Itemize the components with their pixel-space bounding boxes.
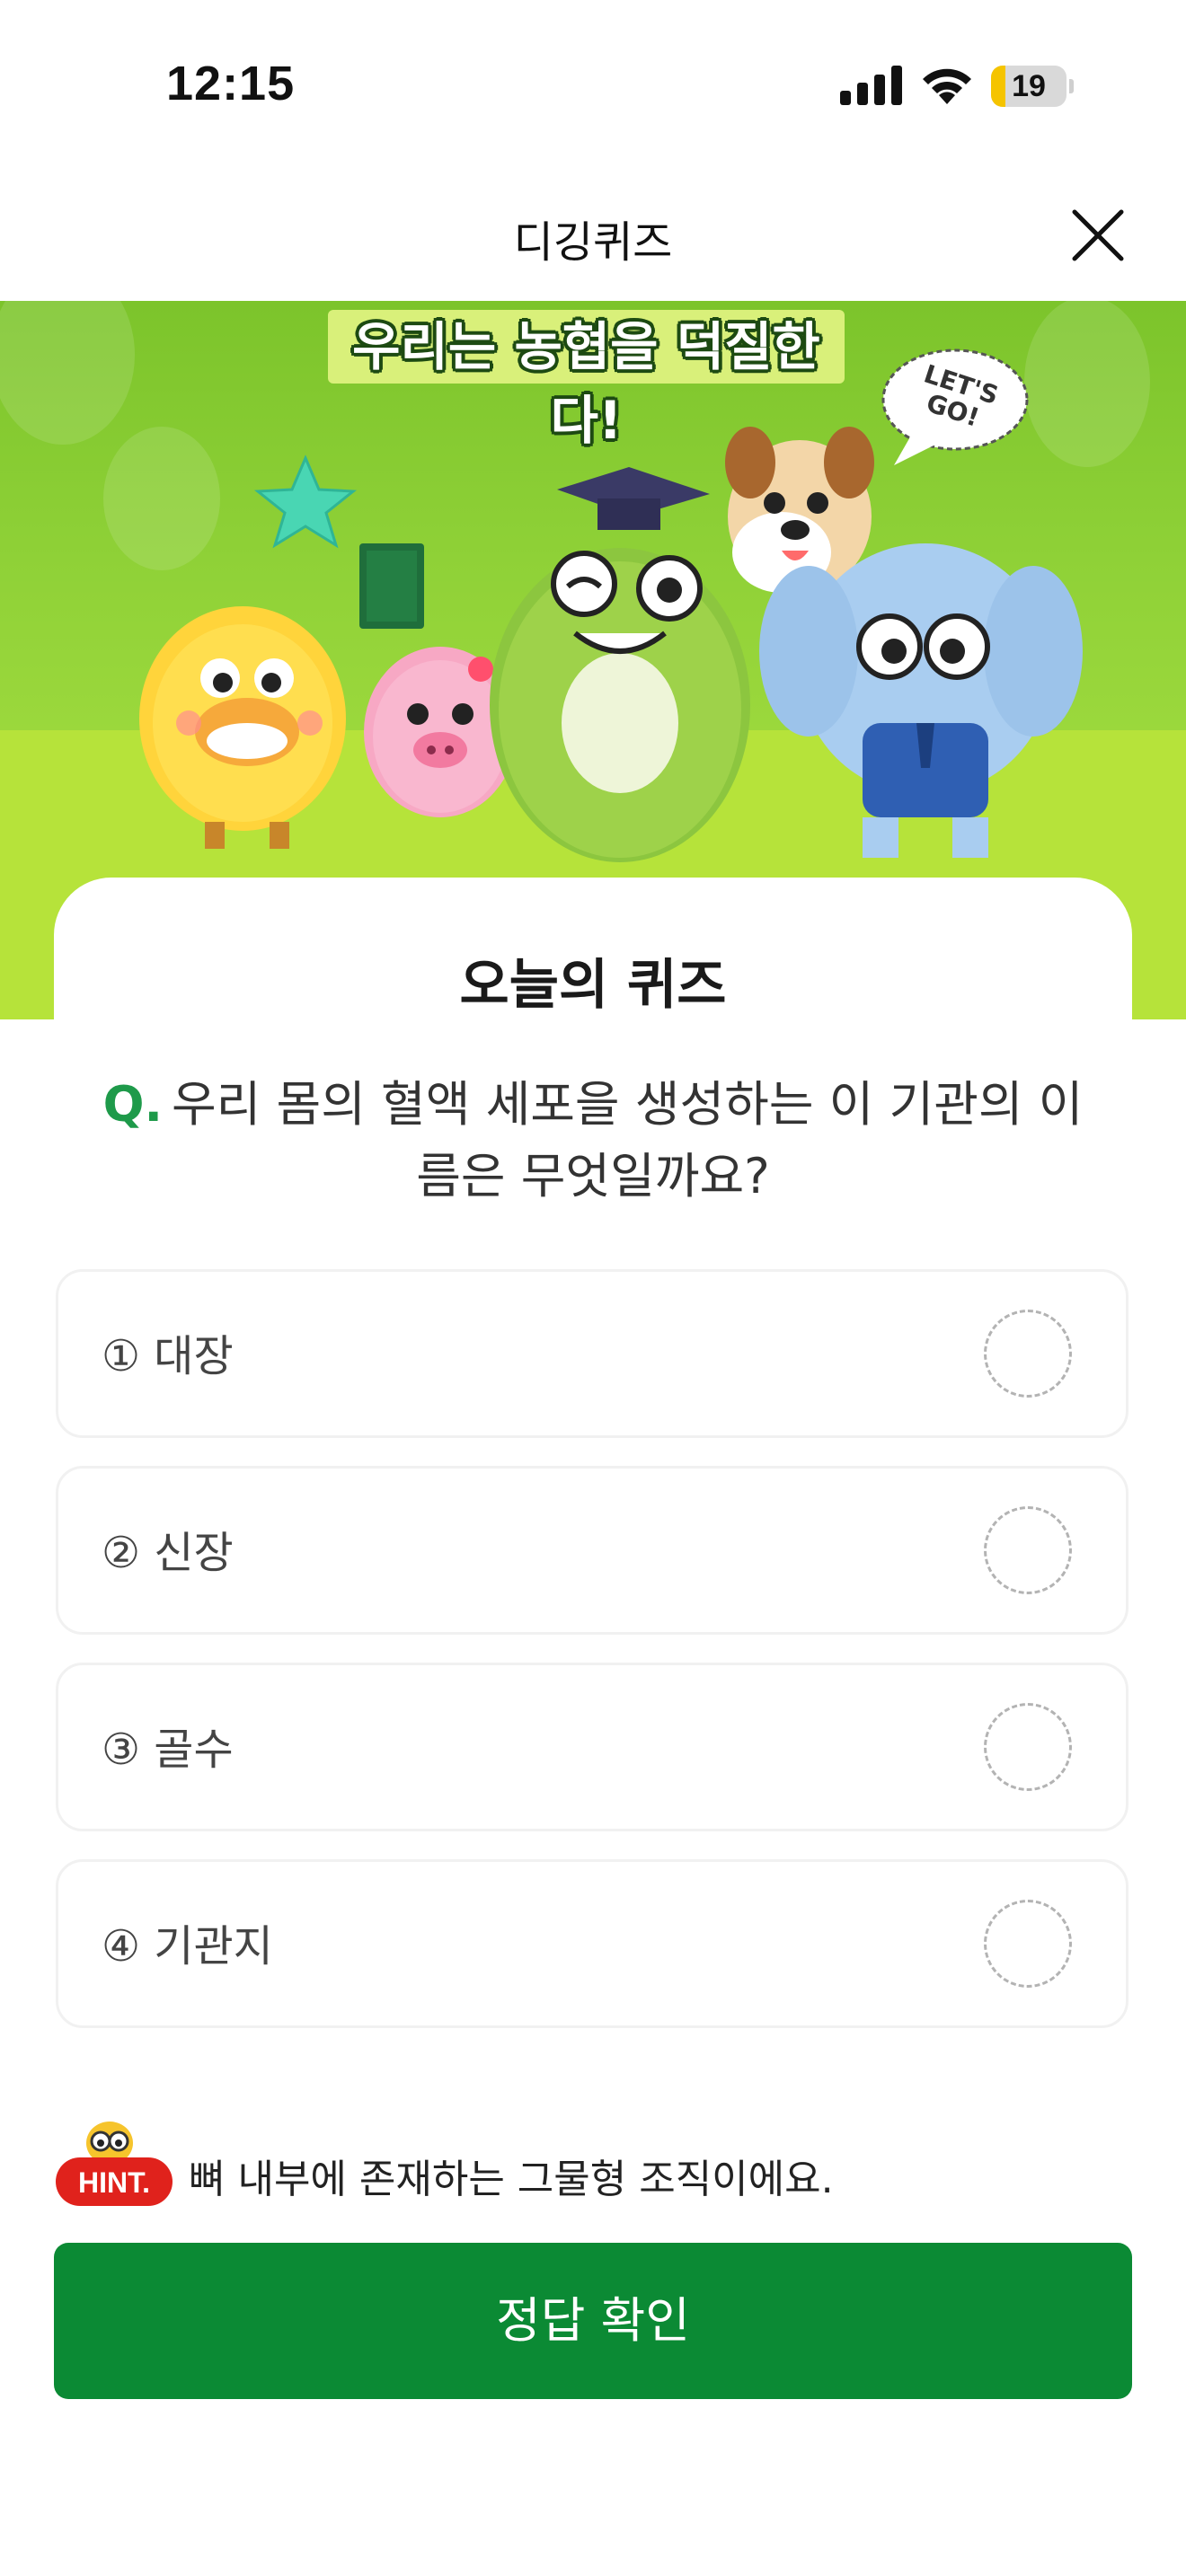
hint-text: 뼈 내부에 존재하는 그물형 조직이에요. xyxy=(189,2157,834,2202)
option-label: ③ 골수 xyxy=(102,1725,234,1775)
header: 디깅퀴즈 xyxy=(0,171,1186,301)
quiz-section-title: 오늘의 퀴즈 xyxy=(0,941,1186,1019)
question: Q. 우리 몸의 혈액 세포을 생성하는 이 기관의 이름은 무엇일까요? xyxy=(99,1069,1087,1213)
battery-level: 19 xyxy=(1012,69,1046,103)
page-title: 디깅퀴즈 xyxy=(513,217,673,268)
close-button[interactable] xyxy=(1060,198,1136,273)
banner-headline: 우리는 농협을 덕질한다! xyxy=(328,310,845,451)
option-radio[interactable] xyxy=(984,1506,1072,1594)
status-time: 12:15 xyxy=(166,57,296,110)
question-prefix: Q. xyxy=(102,1076,163,1133)
quiz-section-title-text: 오늘의 퀴즈 xyxy=(452,941,734,1019)
signal-icon xyxy=(840,66,902,105)
option-1[interactable]: ① 대장 xyxy=(56,1269,1128,1438)
option-radio[interactable] xyxy=(984,1310,1072,1398)
hint-row: HINT. 뼈 내부에 존재하는 그물형 조직이에요. xyxy=(54,2111,1132,2210)
battery-icon: 19 xyxy=(991,66,1074,107)
option-label: ① 대장 xyxy=(102,1331,234,1381)
option-3[interactable]: ③ 골수 xyxy=(56,1663,1128,1831)
question-text: 우리 몸의 혈액 세포을 생성하는 이 기관의 이름은 무엇일까요? xyxy=(172,1076,1084,1204)
option-4[interactable]: ④ 기관지 xyxy=(56,1859,1128,2028)
close-icon xyxy=(1072,209,1124,261)
option-label: ② 신장 xyxy=(102,1528,234,1578)
status-bar: 12:15 19 xyxy=(0,0,1186,171)
hint-badge: HINT. xyxy=(56,2122,173,2206)
option-radio[interactable] xyxy=(984,1703,1072,1791)
submit-answer-button[interactable]: 정답 확인 xyxy=(54,2243,1132,2399)
wifi-icon xyxy=(923,68,971,104)
hint-badge-label: HINT. xyxy=(78,2166,150,2199)
option-radio[interactable] xyxy=(984,1900,1072,1988)
option-2[interactable]: ② 신장 xyxy=(56,1466,1128,1635)
option-label: ④ 기관지 xyxy=(102,1921,273,1972)
